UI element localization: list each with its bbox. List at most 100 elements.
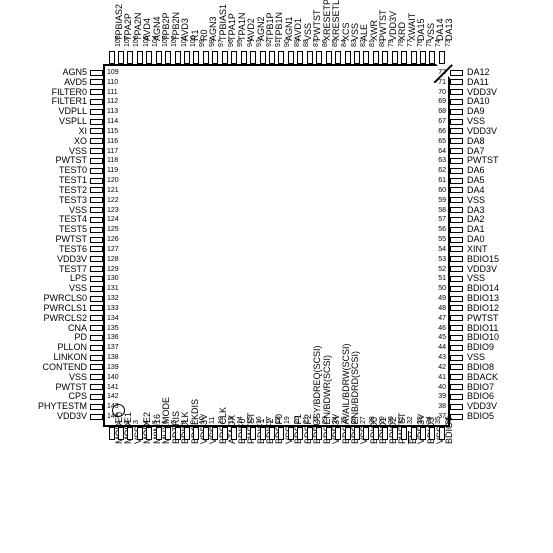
pin-label-45: BDIO10: [467, 332, 500, 343]
pin-stub-46: [450, 325, 463, 332]
pin-number-137: 137: [107, 344, 119, 352]
pin-number-64: 64: [438, 147, 446, 155]
pin-label-140: VSS: [68, 371, 87, 382]
pin-stub-67: [450, 118, 463, 125]
pin-label-85: XRESETL: [331, 0, 342, 41]
pin-label-71: DA11: [467, 76, 489, 87]
pin-stub-140: [90, 374, 103, 381]
pin-label-43: VSS: [467, 352, 486, 363]
pin-stub-43: [450, 354, 463, 361]
pin-stub-136: [90, 334, 103, 341]
pin-number-129: 129: [107, 265, 119, 273]
pin-stub-44: [450, 344, 463, 351]
pin-number-131: 131: [107, 285, 119, 293]
pin-label-63: PWTST: [467, 155, 499, 166]
pin-label-44: BDIO9: [467, 342, 495, 353]
pin-label-125: TEST5: [58, 224, 87, 235]
pin-label-80: PWTST: [378, 9, 389, 42]
pin-label-121: TEST2: [58, 184, 87, 195]
pin-label-46: BDIO11: [467, 322, 499, 333]
pin-stub-126: [90, 236, 103, 243]
pin-number-128: 128: [107, 255, 119, 263]
pin-label-66: VDD3V: [467, 125, 498, 136]
pin-number-52: 52: [438, 265, 446, 273]
pin-stub-103: [155, 51, 162, 64]
pin-label-57: DA2: [467, 214, 485, 225]
pin-label-61: DA5: [467, 175, 485, 186]
pin-stub-119: [90, 167, 103, 174]
pin-number-27: 27: [359, 416, 367, 424]
pin-number-135: 135: [107, 324, 119, 332]
pin-stub-114: [90, 118, 103, 125]
pin-label-58: DA3: [467, 204, 485, 215]
pin-stub-83: [344, 51, 351, 64]
pin-label-134: PWRCLS2: [43, 312, 87, 323]
pin-stub-65: [450, 138, 463, 145]
pin-number-67: 67: [438, 118, 446, 126]
pin-stub-48: [450, 305, 463, 312]
pin-number-70: 70: [438, 88, 446, 96]
pin-label-48: BDIO12: [467, 302, 500, 313]
pin-stub-116: [90, 138, 103, 145]
pin-number-125: 125: [107, 226, 119, 234]
pin-stub-127: [90, 246, 103, 253]
pin-label-120: TEST1: [58, 175, 87, 186]
pin-stub-76: [410, 51, 417, 64]
pin-label-139: CONTEND: [42, 361, 88, 372]
pin-label-65: DA8: [467, 135, 485, 146]
pin-stub-58: [450, 207, 463, 214]
pin-number-69: 69: [438, 98, 446, 106]
pin-label-50: BDIO14: [467, 283, 500, 294]
pin-label-124: TEST4: [58, 214, 87, 225]
pin-label-142: CPS: [68, 391, 87, 402]
pin-stub-62: [450, 167, 463, 174]
pin-number-134: 134: [107, 314, 119, 322]
pin-label-94: AVD2: [246, 18, 257, 41]
pin-stub-139: [90, 364, 103, 371]
pin-label-118: PWTST: [55, 155, 88, 166]
pin-number-68: 68: [438, 108, 446, 116]
pin-label-122: TEST3: [58, 194, 87, 205]
pin-label-36: BDIO4: [444, 416, 455, 444]
pin-label-54: XINT: [467, 243, 488, 254]
pin-label-115: XI: [78, 125, 87, 136]
pin-stub-39: [450, 393, 463, 400]
pin-stub-111: [90, 89, 103, 96]
pin-stub-84: [335, 51, 342, 64]
pin-stub-47: [450, 315, 463, 322]
pin-label-69: DA10: [467, 96, 490, 107]
pin-stub-78: [391, 51, 398, 64]
pin-label-143: PHYTESTM: [37, 401, 87, 412]
pin-number-46: 46: [438, 324, 446, 332]
pin-stub-70: [450, 89, 463, 96]
pin-stub-100: [184, 51, 191, 64]
chip-body-outline: [103, 64, 450, 427]
pin-label-49: BDIO13: [467, 293, 500, 304]
pin-stub-115: [90, 128, 103, 135]
pin-number-58: 58: [438, 206, 446, 214]
pin-label-128: VDD3V: [56, 253, 87, 264]
pin-stub-121: [90, 187, 103, 194]
pin-stub-110: [90, 79, 103, 86]
pin-stub-75: [420, 51, 427, 64]
pin-label-89: AVD1: [293, 18, 304, 41]
pin-stub-72: [450, 69, 463, 76]
pin-label-117: VSS: [68, 145, 87, 156]
pin-label-127: TEST6: [58, 243, 87, 254]
pin-stub-105: [136, 51, 143, 64]
pin-number-133: 133: [107, 304, 119, 312]
pin-label-67: VSS: [467, 116, 486, 127]
pin-stub-101: [174, 51, 181, 64]
pin-stub-129: [90, 266, 103, 273]
pin-number-3: 3: [133, 420, 141, 424]
pin-number-119: 119: [107, 167, 119, 175]
pin-stub-104: [146, 51, 153, 64]
pin-number-127: 127: [107, 245, 119, 253]
pin-label-40: BDIO7: [467, 381, 495, 392]
pin-number-113: 113: [107, 108, 119, 116]
pin-number-141: 141: [107, 383, 119, 391]
pin-label-87: PWTST: [312, 9, 323, 42]
pin-number-130: 130: [107, 275, 119, 283]
pin-stub-45: [450, 334, 463, 341]
pin-label-116: XO: [73, 135, 87, 146]
